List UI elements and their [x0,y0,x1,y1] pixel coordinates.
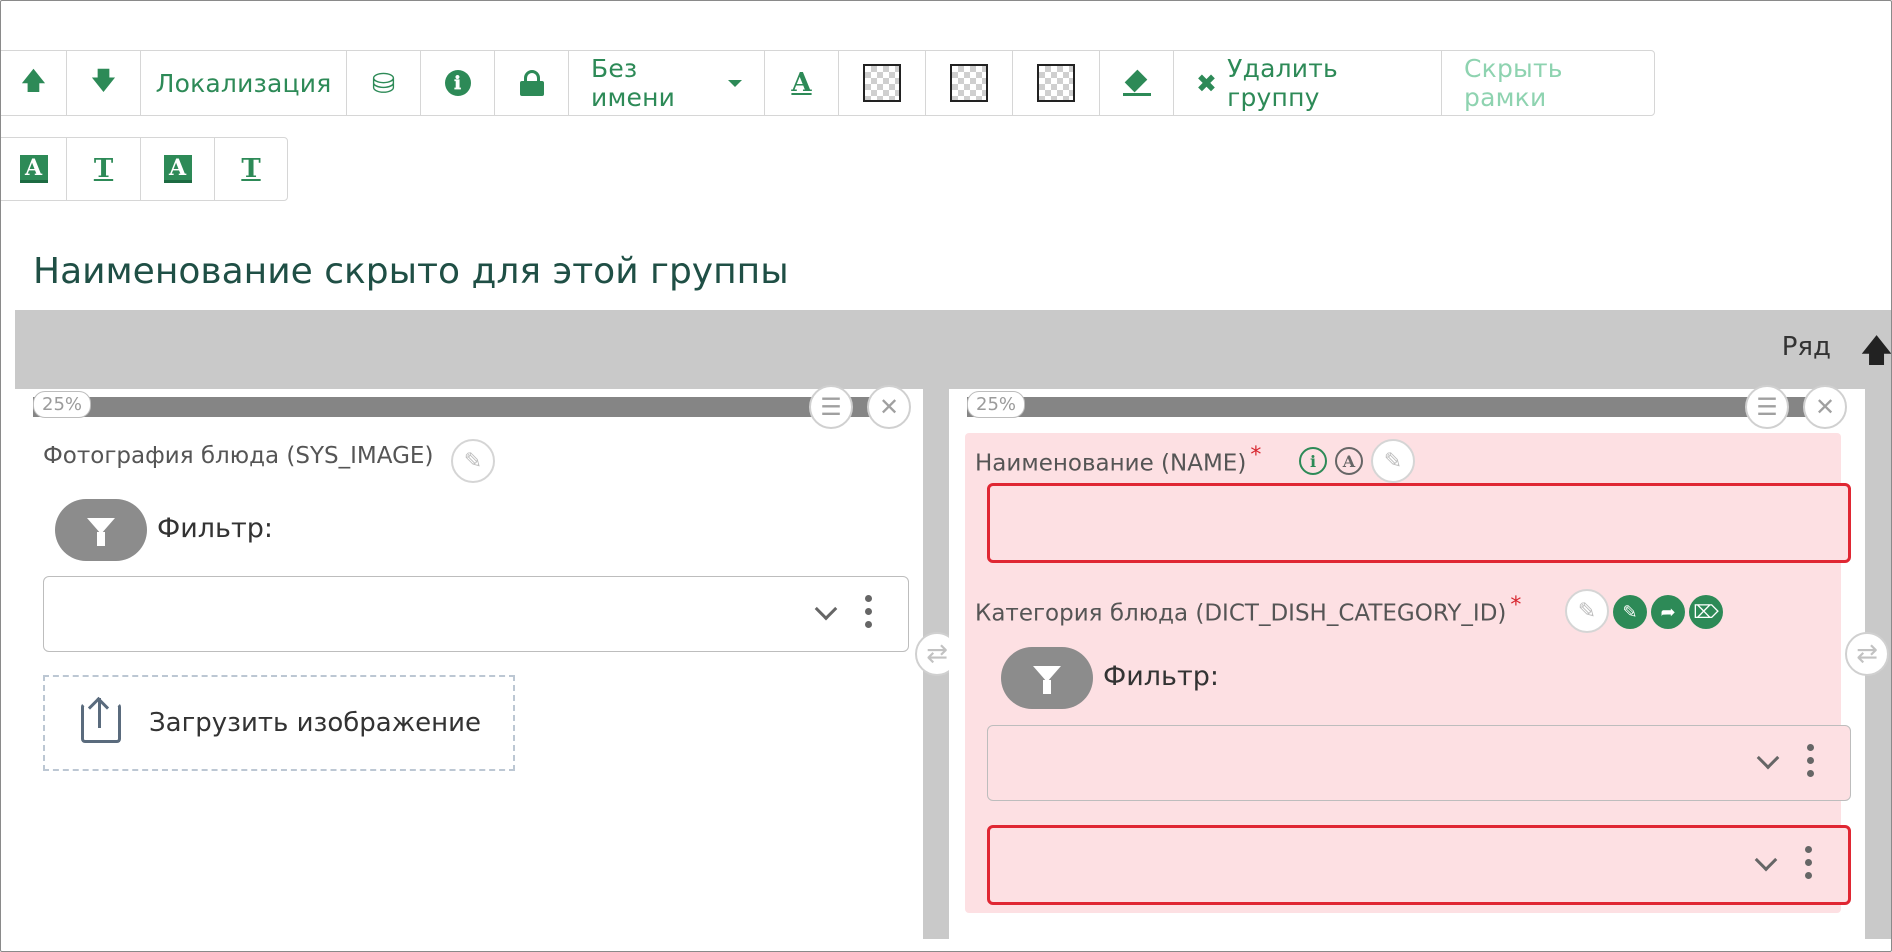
category-select[interactable] [987,825,1851,905]
more-vertical-icon[interactable] [865,595,872,628]
font-color-icon: A [791,68,812,98]
category-filter-select[interactable] [987,725,1851,801]
chevron-down-icon [1754,848,1778,872]
list-icon: ☰ [1756,393,1778,421]
group-title: Наименование скрыто для этой группы [33,251,789,292]
filter-label: Фильтр: [157,513,273,544]
photo-edit-button[interactable]: ✎ [451,439,495,483]
background-transparent-button-2[interactable] [925,50,1013,116]
a-circle-icon[interactable]: A [1335,447,1363,475]
text-bg-button-1[interactable]: A [1,137,67,201]
filter-icon [87,518,115,546]
move-up-button[interactable]: 🡅 [1,50,67,116]
text-bg-button-2[interactable]: A [140,137,215,201]
toolbar-row-2: A T A T [1,137,288,201]
category-field-label: Категория блюда (DICT_DISH_CATEGORY_ID) * [975,593,1522,627]
font-color-button[interactable]: A [764,50,839,116]
photo-field-label: Фотография блюда (SYS_IMAGE) [43,443,434,469]
text-style-button-1[interactable]: T [66,137,141,201]
delete-group-label: Удалить группу [1227,54,1338,112]
more-vertical-icon[interactable] [1805,846,1812,879]
close-icon: ✕ [878,393,900,421]
more-vertical-icon[interactable] [1807,744,1814,777]
localization-label: Локализация [155,68,332,98]
close-icon: ✕ [1814,393,1836,421]
name-dropdown-label: Без имени [591,54,676,112]
letter-t-icon: T [241,154,261,184]
chevron-down-icon [814,597,838,621]
pencil-icon[interactable]: ✎ [1613,595,1647,629]
name-dropdown[interactable]: Без имени [568,50,765,116]
name-input[interactable] [987,483,1851,563]
transparency-icon [863,64,901,102]
form-designer: 🡅 🡇 Локализация ⛁ ℹ Без имени A ✖ Удалит… [0,0,1892,952]
column-2: 25% ☰ ✕ Наименование (NAME) * i A ✎ Катег… [949,385,1865,939]
text-style-button-2[interactable]: T [214,137,288,201]
background-transparent-button-3[interactable] [1012,50,1100,116]
column-settings-button[interactable]: ☰ [1745,385,1789,429]
swap-columns-button[interactable]: ⇄ [1845,632,1889,676]
clear-format-button[interactable] [1099,50,1174,116]
transparency-icon [1037,64,1075,102]
swap-icon: ⇄ [1856,639,1878,669]
delete-group-button[interactable]: ✖ Удалить группу [1173,50,1442,116]
info-button[interactable]: ℹ [420,50,495,116]
row-label: Ряд [1781,332,1831,362]
row-arrow-up-icon[interactable]: 🡅 [1860,328,1891,382]
toolbar-row-1: 🡅 🡇 Локализация ⛁ ℹ Без имени A ✖ Удалит… [1,50,1655,116]
info-icon: ℹ [444,70,471,96]
upload-label: Загрузить изображение [149,708,482,738]
transparency-icon [950,64,988,102]
edit-icon: ✎ [1383,448,1403,474]
upload-image-button[interactable]: Загрузить изображение [43,675,515,771]
localization-button[interactable]: Локализация [140,50,347,116]
column-close-button[interactable]: ✕ [1803,385,1847,429]
letter-box-icon: A [163,155,192,183]
name-field-label: Наименование (NAME) * [975,443,1262,477]
name-edit-button[interactable]: ✎ [1371,439,1415,483]
move-down-button[interactable]: 🡇 [66,50,141,116]
edit-icon: ✎ [463,448,483,474]
lock-icon [519,70,544,96]
hide-frames-button[interactable]: Скрыть рамки [1441,50,1655,116]
filter-toggle-button[interactable] [1001,647,1093,709]
filter-toggle-button[interactable] [55,499,147,561]
search-button[interactable]: ⛁ [346,50,421,116]
column-percent-badge: 25% [967,391,1026,418]
column-percent-badge: 25% [33,391,92,418]
column-close-button[interactable]: ✕ [867,385,911,429]
column-settings-button[interactable]: ☰ [809,385,853,429]
row-container: Ряд 🡅 25% ☰ ✕ Фотография блюда (SYS_IMAG… [15,310,1891,939]
list-icon: ☰ [820,393,842,421]
lock-button[interactable] [494,50,569,116]
letter-box-icon: A [19,155,48,183]
info-circle-icon[interactable]: i [1299,447,1327,475]
hide-frames-label: Скрыть рамки [1464,54,1563,112]
column-1: 25% ☰ ✕ Фотография блюда (SYS_IMAGE) ✎ Ф… [15,385,923,939]
photo-select[interactable] [43,576,909,652]
filter-label: Фильтр: [1103,661,1219,692]
letter-t-icon: T [93,154,114,184]
column-width-bar[interactable] [967,397,1831,417]
arrow-up-icon: 🡅 [20,65,47,95]
cross-icon: ✖ [1196,68,1218,98]
column-width-bar[interactable] [33,397,893,417]
eraser-icon[interactable]: ⌦ [1689,595,1723,629]
swap-icon: ⇄ [926,639,948,669]
edit-icon: ✎ [1577,598,1597,624]
category-edit-button[interactable]: ✎ [1565,589,1609,633]
filter-icon [1033,666,1061,694]
share-icon[interactable]: ➦ [1651,595,1685,629]
eraser-icon [1122,69,1151,96]
caret-down-icon [728,79,742,87]
chevron-down-icon [1756,746,1780,770]
arrow-down-icon: 🡇 [90,65,117,95]
upload-icon [81,698,121,743]
background-transparent-button-1[interactable] [838,50,926,116]
binoculars-icon: ⛁ [371,66,396,100]
